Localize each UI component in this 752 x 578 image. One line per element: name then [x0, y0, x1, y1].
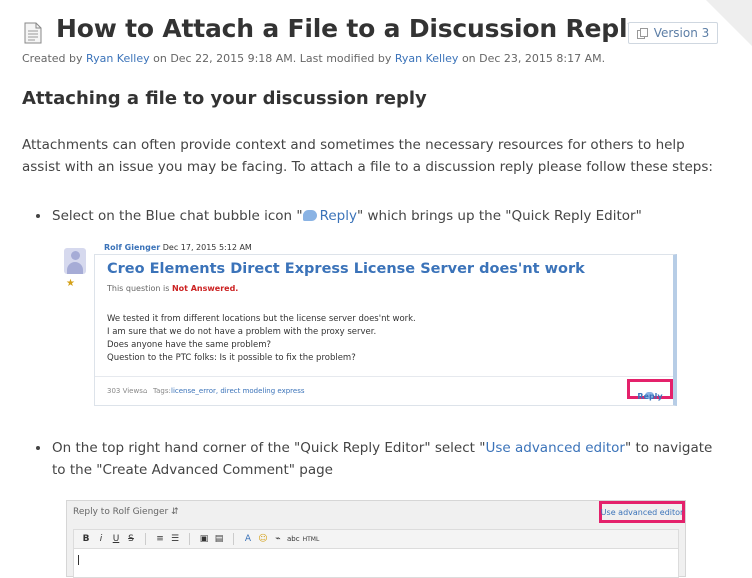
- screenshot-reply-editor: Reply to Rolf Gienger ⇵ Use advanced edi…: [66, 500, 686, 578]
- numbered-list-icon[interactable]: ☰: [169, 534, 181, 544]
- advanced-editor-link[interactable]: Use advanced editor: [485, 440, 625, 456]
- reply-link[interactable]: Reply: [302, 208, 357, 224]
- body-line: Question to the PTC folks: Is it possibl…: [107, 353, 356, 363]
- post-author-line: Rolf Gienger Dec 17, 2015 5:12 AM: [104, 243, 252, 252]
- screenshot-discussion: ★ Rolf Gienger Dec 17, 2015 5:12 AM Creo…: [64, 240, 679, 408]
- meta-modified-on: on Dec 23, 2015 8:17 AM.: [458, 52, 606, 65]
- italic-button[interactable]: i: [95, 534, 107, 544]
- reply-to-text: Reply to Rolf Gienger: [73, 507, 169, 517]
- star-icon: ★: [66, 278, 75, 289]
- version-label: Version 3: [653, 26, 710, 40]
- step-1: Select on the Blue chat bubble icon " Rep…: [36, 205, 718, 227]
- chat-bubble-icon: [302, 210, 317, 221]
- meta-created-prefix: Created by: [22, 52, 87, 65]
- post-box: Creo Elements Direct Express License Ser…: [94, 254, 677, 406]
- views-count: 303 Views: [107, 387, 143, 395]
- link-icon[interactable]: ⌁: [272, 534, 284, 544]
- thread-title[interactable]: Creo Elements Direct Express License Ser…: [107, 261, 585, 277]
- tag-icon: ⌂: [143, 387, 148, 395]
- strikethrough-button[interactable]: S: [125, 534, 137, 544]
- reply-to-label: Reply to Rolf Gienger ⇵: [73, 507, 179, 517]
- page-title: How to Attach a File to a Discussion Rep…: [56, 14, 644, 43]
- use-advanced-editor-button[interactable]: Use advanced editor: [599, 501, 685, 523]
- reply-button-label: Reply: [637, 392, 663, 401]
- post-footer: 303 Views ⌂ Tags: license_error, direct …: [95, 376, 673, 405]
- editor-toolbar: B i U S ≡ ☰ ▣ ▤ A ☺ ⌁ abc HTML: [73, 529, 679, 549]
- page-meta: Created by Ryan Kelley on Dec 22, 2015 9…: [22, 52, 605, 65]
- intro-paragraph: Attachments can often provide context an…: [22, 137, 713, 175]
- section-heading: Attaching a file to your discussion repl…: [22, 88, 427, 109]
- text-caret: [78, 555, 79, 565]
- tags-label: Tags:: [153, 387, 171, 395]
- reply-button[interactable]: Reply: [627, 379, 673, 401]
- font-style-icon[interactable]: A: [242, 534, 254, 544]
- modified-by-link[interactable]: Ryan Kelley: [395, 52, 459, 65]
- step1-text-post: " which brings up the "Quick Reply Edito…: [356, 208, 642, 224]
- tags-list[interactable]: license_error, direct modeling express: [171, 387, 305, 395]
- pin-icon: ⇵: [171, 507, 179, 517]
- bullet-dot: [36, 446, 40, 450]
- document-icon: [24, 22, 42, 44]
- status-text: Not Answered.: [171, 284, 239, 293]
- avatar: [64, 248, 86, 274]
- reply-link-label: Reply: [319, 208, 357, 224]
- html-button[interactable]: HTML: [303, 536, 320, 543]
- post-date: Dec 17, 2015 5:12 AM: [162, 243, 252, 252]
- post-author[interactable]: Rolf Gienger: [104, 243, 160, 252]
- emoji-icon[interactable]: ☺: [257, 534, 269, 544]
- bullet-list-icon[interactable]: ≡: [154, 534, 166, 544]
- bold-button[interactable]: B: [80, 534, 92, 544]
- step1-text-pre: Select on the Blue chat bubble icon ": [52, 208, 303, 224]
- created-by-link[interactable]: Ryan Kelley: [86, 52, 150, 65]
- underline-button[interactable]: U: [110, 534, 122, 544]
- bullet-dot: [36, 214, 40, 218]
- body-line: Does anyone have the same problem?: [107, 340, 271, 350]
- step-2: On the top right hand corner of the "Qui…: [36, 437, 718, 481]
- table-icon[interactable]: ▤: [213, 534, 225, 544]
- spellcheck-icon[interactable]: abc: [287, 535, 300, 543]
- body-line: I am sure that we do not have a problem …: [107, 327, 377, 337]
- versions-icon: [636, 27, 648, 39]
- meta-created-on: on Dec 22, 2015 9:18 AM. Last modified b…: [149, 52, 395, 65]
- version-button[interactable]: Version 3: [628, 22, 718, 44]
- body-line: We tested it from different locations bu…: [107, 314, 416, 324]
- question-status: This question is Not Answered.: [107, 284, 238, 293]
- image-icon[interactable]: ▣: [198, 534, 210, 544]
- post-body: We tested it from different locations bu…: [107, 313, 416, 365]
- step2-text-pre: On the top right hand corner of the "Qui…: [52, 440, 486, 456]
- editor-text-area[interactable]: [73, 549, 679, 578]
- question-prefix: This question is: [107, 284, 172, 293]
